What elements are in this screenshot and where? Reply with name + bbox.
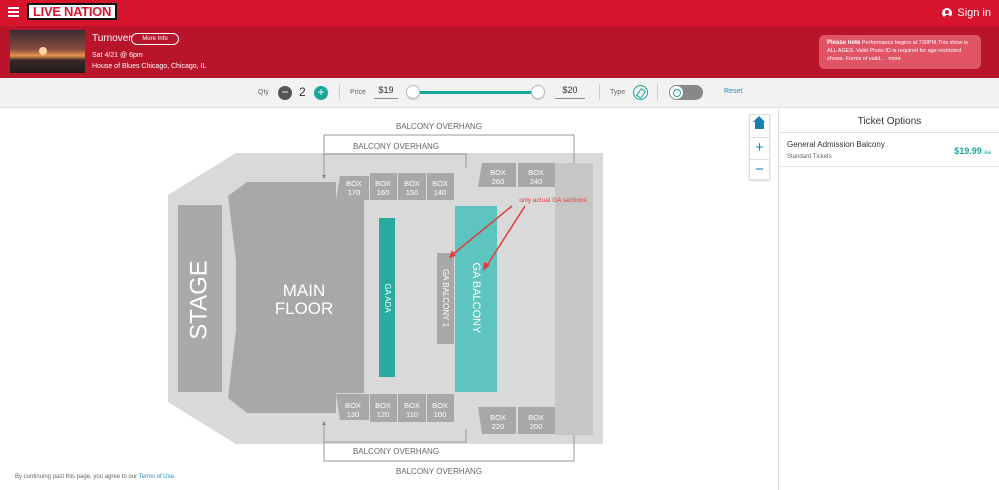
box-prefix-label: BOX — [404, 179, 420, 188]
qty-decrease-button[interactable]: − — [278, 86, 292, 100]
offer-name: General Admission Balcony — [787, 140, 885, 149]
note-more-link[interactable]: more — [888, 56, 901, 62]
top-nav-bar: LIVE NATION Sign in — [0, 0, 999, 26]
ga-ada-label: GA ADA — [383, 283, 392, 313]
box-prefix-label: BOX — [375, 179, 391, 188]
box-number-label: 170 — [348, 188, 361, 197]
seat-map[interactable]: STAGE MAIN FLOOR GA ADA GA BALCONY 1 GA … — [0, 109, 778, 490]
terms-notice: By continuing past this page, you agree … — [15, 474, 176, 480]
ga-balcony-1-label: GA BALCONY 1 — [441, 269, 450, 328]
zoom-in-button[interactable]: + — [750, 137, 769, 158]
offer-price-value: $19.99 — [954, 146, 982, 156]
event-name: Turnover — [92, 33, 132, 44]
offer-price: $19.99 ea — [954, 146, 991, 156]
box-prefix-label: BOX — [375, 401, 391, 410]
box-prefix-label: BOX — [432, 179, 448, 188]
terms-of-use-link[interactable]: Terms of Use. — [139, 474, 176, 480]
box-number-label: 150 — [406, 188, 419, 197]
box-number-label: 130 — [347, 410, 360, 419]
ticket-options-title: Ticket Options — [857, 116, 922, 127]
box-number-label: 100 — [434, 410, 447, 419]
sign-in-button[interactable]: Sign in — [942, 6, 991, 20]
main-floor-label-line1: MAIN — [283, 281, 326, 300]
reset-link[interactable]: Reset — [724, 88, 742, 95]
box-number-label: 120 — [377, 410, 390, 419]
price-slider-track[interactable] — [412, 91, 540, 94]
price-min-field[interactable]: $19 — [374, 85, 398, 99]
wheelchair-icon — [670, 86, 683, 99]
divider — [599, 84, 600, 100]
zoom-out-button[interactable]: − — [750, 159, 769, 180]
box-prefix-label: BOX — [490, 413, 506, 422]
note-title: Please note — [827, 40, 861, 46]
box-number-label: 220 — [492, 422, 505, 431]
qty-increase-button[interactable]: + — [314, 86, 328, 100]
overhang-label-bottom-outer: BALCONY OVERHANG — [396, 467, 482, 476]
box-number-label: 110 — [406, 410, 418, 419]
box-number-label: 160 — [377, 188, 390, 197]
event-venue: House of Blues Chicago, Chicago, IL — [92, 63, 207, 70]
live-nation-logo[interactable]: LIVE NATION — [27, 3, 118, 20]
box-prefix-label: BOX — [432, 401, 448, 410]
price-label: Price — [350, 89, 366, 96]
overhang-label-top-inner: BALCONY OVERHANG — [353, 142, 439, 151]
offer-price-suffix: ea — [984, 150, 991, 156]
more-info-button[interactable]: More Info — [131, 33, 179, 45]
event-date: Sat 4/21 @ 6pm — [92, 52, 143, 59]
terms-text: By continuing past this page, you agree … — [15, 474, 139, 480]
overhang-label-bottom-inner: BALCONY OVERHANG — [353, 447, 439, 456]
please-note-box: Please note Performance begins at 730PM.… — [819, 35, 981, 69]
sign-in-label: Sign in — [957, 7, 991, 19]
price-slider-min-handle[interactable] — [406, 85, 420, 99]
divider — [657, 84, 658, 100]
box-prefix-label: BOX — [528, 413, 544, 422]
qty-value: 2 — [299, 85, 306, 99]
box-prefix-label: BOX — [490, 168, 506, 177]
price-max-field[interactable]: $20 — [555, 85, 585, 99]
map-home-button[interactable] — [750, 115, 769, 136]
annotation-text: only actual GA sections — [519, 197, 587, 204]
ticket-offer-row[interactable]: General Admission Balcony Standard Ticke… — [779, 136, 999, 167]
type-label: Type — [610, 89, 626, 96]
box-number-label: 260 — [492, 177, 505, 186]
map-controls: + − — [749, 114, 770, 180]
accessibility-toggle[interactable] — [669, 85, 703, 100]
box-number-label: 240 — [530, 177, 543, 186]
box-number-label: 200 — [530, 422, 543, 431]
price-slider-max-handle[interactable] — [531, 85, 545, 99]
main-floor-label-line2: FLOOR — [275, 299, 334, 318]
stage-label: STAGE — [185, 260, 212, 340]
qty-label: Qty — [258, 89, 269, 96]
venue-map-svg: STAGE MAIN FLOOR GA ADA GA BALCONY 1 GA … — [168, 122, 603, 476]
box-prefix-label: BOX — [345, 401, 361, 410]
hamburger-menu-icon[interactable] — [8, 7, 19, 17]
ga-balcony-label: GA BALCONY — [470, 263, 482, 335]
overhang-label-top-outer: BALCONY OVERHANG — [396, 122, 482, 131]
event-thumbnail — [10, 30, 85, 73]
ticket-type-icon[interactable] — [633, 85, 648, 100]
box-prefix-label: BOX — [404, 401, 420, 410]
divider — [779, 132, 999, 133]
ticket-options-panel: Ticket Options General Admission Balcony… — [778, 109, 999, 490]
box-number-label: 140 — [434, 188, 447, 197]
offer-subtitle: Standard Tickets — [787, 154, 832, 160]
box-prefix-label: BOX — [346, 179, 362, 188]
box-prefix-label: BOX — [528, 168, 544, 177]
user-icon — [942, 8, 953, 18]
divider — [339, 84, 340, 100]
